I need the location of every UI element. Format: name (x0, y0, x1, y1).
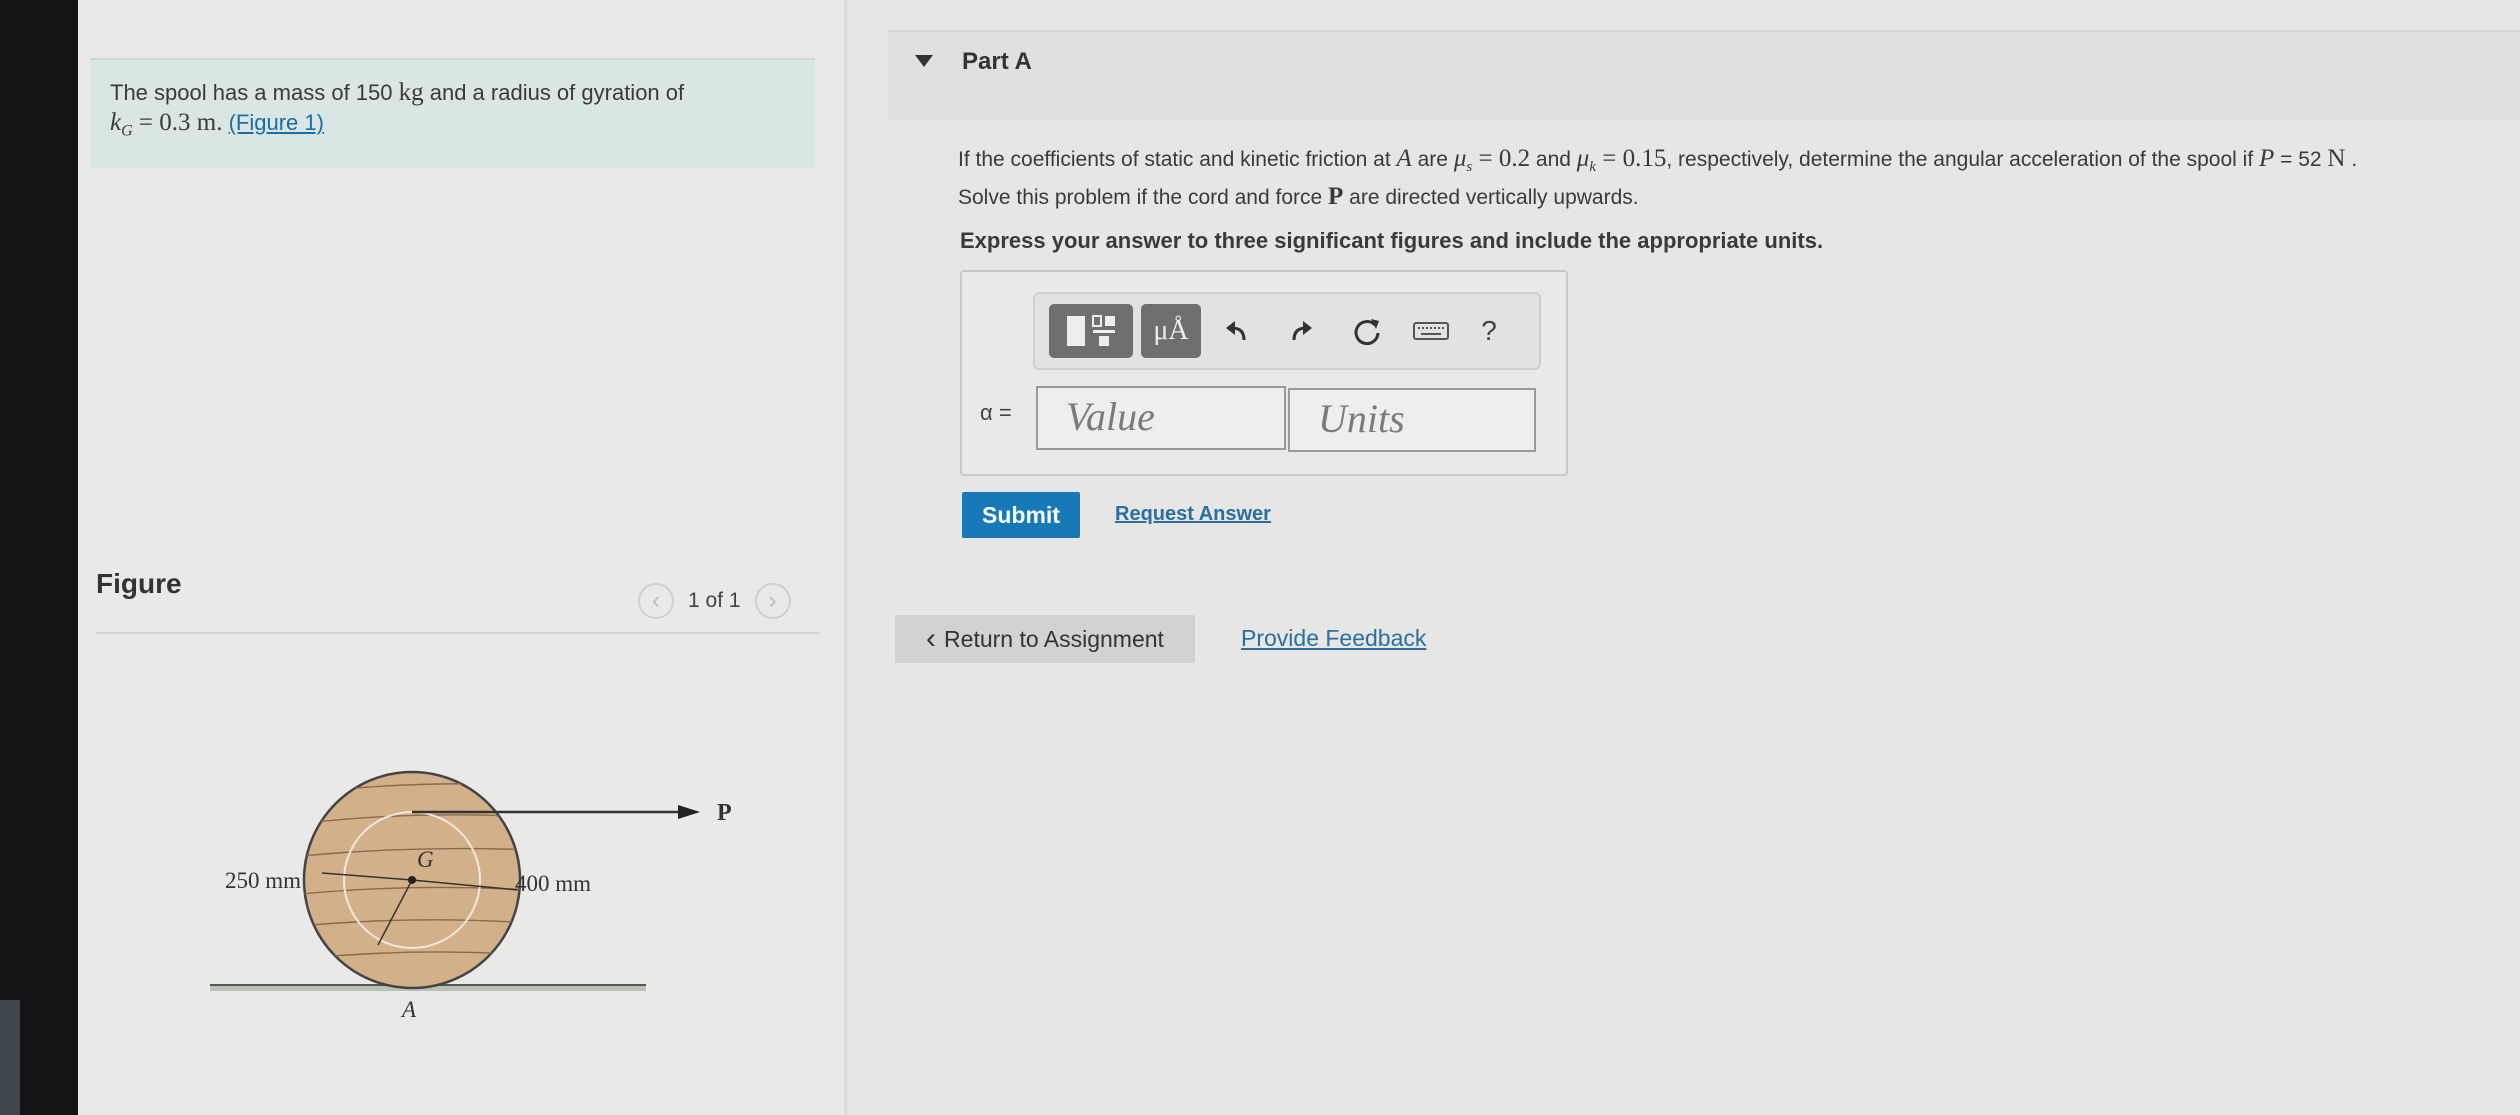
units-button[interactable]: μÅ (1141, 304, 1201, 358)
units-input[interactable]: Units (1288, 388, 1536, 452)
answer-label: α = (980, 400, 1012, 425)
force-P: P (2259, 145, 2275, 172)
templates-icon[interactable] (1049, 304, 1133, 358)
force-arrow (678, 805, 700, 819)
force-P-value: = 52 (2274, 148, 2328, 171)
unit-N: N (2327, 145, 2346, 172)
figure-counter: 1 of 1 (688, 589, 741, 612)
mu-s-value: = 0.2 (1472, 145, 1531, 172)
figure-title: Figure (96, 568, 182, 599)
panel-divider (844, 0, 847, 1115)
caret-down-icon[interactable] (915, 55, 933, 67)
k-symbol: k (110, 109, 122, 136)
part-header[interactable] (888, 30, 2520, 120)
label-400mm: 400 mm (515, 871, 591, 896)
bezel-edge (0, 1000, 20, 1115)
question-part: If the coefficients of static and kineti… (958, 148, 1397, 171)
question-part: are (1411, 148, 1454, 171)
mu-k-value: = 0.15 (1596, 145, 1667, 172)
mu-k: μ (1576, 145, 1590, 172)
figure-link[interactable]: (Figure 1) (229, 110, 324, 135)
return-to-assignment-button[interactable]: ‹ Return to Assignment (895, 615, 1195, 663)
label-250mm: 250 mm (225, 868, 301, 893)
force-P-vector: P (1328, 183, 1344, 211)
unit-kg: kg (398, 79, 424, 106)
undo-icon[interactable] (1215, 308, 1259, 354)
label-G: G (417, 847, 434, 872)
return-label: Return to Assignment (944, 625, 1164, 652)
mu-s: μ (1453, 145, 1467, 172)
question-text: If the coefficients of static and kineti… (958, 144, 2498, 213)
keyboard-icon[interactable] (1409, 308, 1453, 354)
value-input[interactable]: Value (1036, 386, 1286, 450)
question-part: , respectively, determine the angular ac… (1666, 148, 2259, 171)
redo-icon[interactable] (1279, 308, 1323, 354)
k-value: = 0.3 m. (132, 109, 223, 136)
point-A: A (1396, 145, 1412, 172)
figure-divider (96, 632, 820, 634)
request-answer-link[interactable]: Request Answer (1115, 503, 1271, 526)
question-part: are directed vertically upwards. (1343, 186, 1639, 210)
screen-bezel (0, 0, 78, 1115)
provide-feedback-link[interactable]: Provide Feedback (1241, 625, 1426, 652)
math-toolbar: μÅ ? (1033, 292, 1541, 370)
k-subscript: G (121, 122, 133, 140)
submit-button[interactable]: Submit (962, 492, 1080, 538)
intro-text-a: The spool has a mass of 150 (110, 80, 399, 105)
label-A: A (400, 997, 417, 1022)
reset-icon[interactable] (1345, 308, 1389, 354)
part-title: Part A (962, 48, 1032, 75)
chevron-right-icon[interactable]: › (754, 583, 791, 619)
chevron-left-icon[interactable]: ‹ (638, 583, 674, 619)
chevron-left-icon: ‹ (926, 622, 937, 655)
spool-figure: P 250 mm 400 mm G A (210, 770, 732, 1022)
answer-instruction: Express your answer to three significant… (960, 228, 1824, 253)
intro-text-b: and a radius of gyration of (423, 80, 685, 105)
question-part: and (1530, 148, 1577, 171)
question-part: Solve this problem if the cord and force (958, 186, 1329, 210)
problem-statement: The spool has a mass of 150 kg and a rad… (90, 58, 815, 168)
label-P: P (717, 800, 732, 826)
figure-pagination: ‹ 1 of 1 › (638, 583, 791, 619)
help-button[interactable]: ? (1467, 308, 1511, 354)
question-part: . (2345, 148, 2358, 171)
